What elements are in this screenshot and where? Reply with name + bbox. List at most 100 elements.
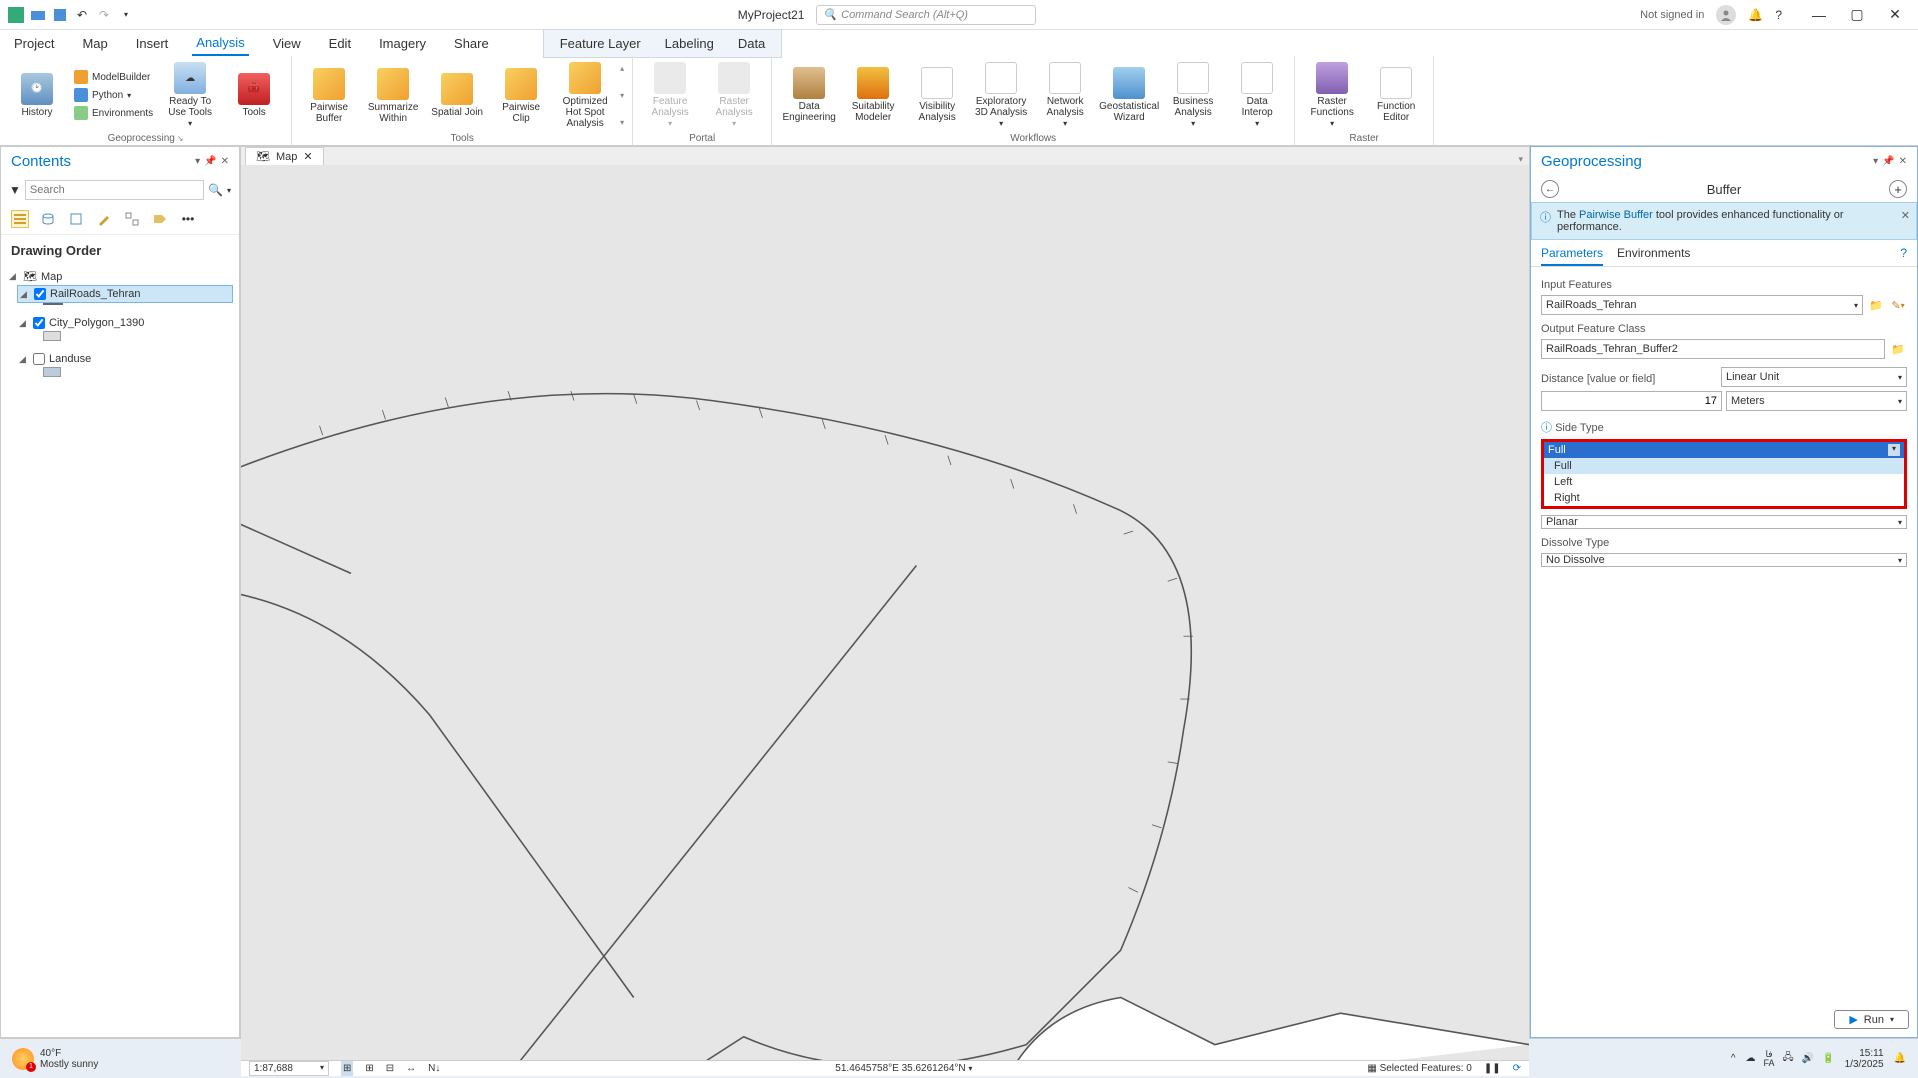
volume-icon[interactable]: 🔊 [1802,1053,1814,1064]
layer-symbol[interactable] [43,303,63,305]
toc-layer-city[interactable]: ◢ City_Polygon_1390 [17,315,233,331]
layer-symbol[interactable] [43,367,61,377]
expander-icon[interactable]: ◢ [19,354,29,365]
network-button[interactable]: Network Analysis▾ [1036,60,1094,131]
scale-input[interactable]: 1:87,688▾ [249,1061,329,1076]
pane-pin-icon[interactable]: 📌 [204,156,216,167]
add-favorite-button[interactable]: + [1889,180,1907,198]
side-option-full[interactable]: Full [1544,458,1904,474]
side-option-right[interactable]: Right [1544,490,1904,506]
visibility-button[interactable]: Visibility Analysis [908,65,966,125]
summarize-within-button[interactable]: Summarize Within [364,66,422,126]
parameters-tab[interactable]: Parameters [1541,246,1603,266]
refresh-icon[interactable]: ⟳ [1513,1063,1521,1074]
side-option-left[interactable]: Left [1544,474,1904,490]
run-button[interactable]: ▶ Run ▾ [1834,1010,1909,1029]
browse-icon[interactable]: 📁 [1867,296,1885,314]
interop-button[interactable]: Data Interop▾ [1228,60,1286,131]
tab-analysis[interactable]: Analysis [192,31,248,56]
expander-icon[interactable]: ◢ [9,271,19,282]
pairwise-clip-button[interactable]: Pairwise Clip [492,66,550,126]
command-search[interactable]: 🔍 Command Search (Alt+Q) [816,5,1036,25]
output-field[interactable]: RailRoads_Tehran_Buffer2 [1541,339,1885,359]
tools-button[interactable]: 🧰 Tools [225,71,283,120]
list-by-labeling-icon[interactable] [151,210,169,228]
list-by-snapping-icon[interactable] [123,210,141,228]
help-icon[interactable]: ? [1775,8,1782,22]
edit-icon[interactable]: ✎▾ [1889,296,1907,314]
tab-labeling[interactable]: Labeling [661,32,718,55]
search-options-icon[interactable]: ▾ [227,186,231,195]
pane-menu-icon[interactable]: ▾ [1873,156,1878,167]
statusbar-btn-icon[interactable]: N↓ [428,1063,440,1074]
pane-menu-icon[interactable]: ▾ [195,156,200,167]
minimize-button[interactable]: — [1804,5,1834,25]
notifications-icon[interactable]: 🔔 [1748,8,1763,22]
user-avatar-icon[interactable] [1716,5,1736,25]
list-by-source-icon[interactable] [39,210,57,228]
pane-close-icon[interactable]: ✕ [221,156,229,167]
python-button[interactable]: Python ▾ [72,87,155,103]
tab-imagery[interactable]: Imagery [375,32,430,55]
list-by-drawing-order-icon[interactable] [11,210,29,228]
gallery-up-icon[interactable]: ▴ [620,64,624,73]
tab-insert[interactable]: Insert [132,32,173,55]
suitability-button[interactable]: Suitability Modeler [844,65,902,125]
contents-search-input[interactable] [25,180,204,200]
environments-button[interactable]: Environments [72,105,155,121]
toc-map-node[interactable]: ◢ 🗺 Map [7,268,233,285]
function-editor-button[interactable]: Function Editor [1367,65,1425,125]
statusbar-btn-icon[interactable]: ⊞ [365,1063,373,1074]
list-by-editing-icon[interactable] [95,210,113,228]
layer-visibility-checkbox[interactable] [33,317,45,329]
save-icon[interactable] [52,7,68,23]
exploratory-button[interactable]: Exploratory 3D Analysis▾ [972,60,1030,131]
pause-drawing-icon[interactable]: ❚❚ [1484,1063,1501,1074]
notifications-icon[interactable]: 🔔 [1894,1053,1906,1064]
dissolve-select[interactable]: No Dissolve▾ [1541,553,1907,567]
close-info-icon[interactable]: ✕ [1901,209,1910,222]
environments-tab[interactable]: Environments [1617,246,1690,266]
pane-pin-icon[interactable]: 📌 [1882,156,1894,167]
layer-visibility-checkbox[interactable] [34,288,46,300]
clock[interactable]: 15:111/3/2025 [1845,1048,1884,1070]
onedrive-icon[interactable]: ☁ [1746,1053,1756,1064]
data-engineering-button[interactable]: Data Engineering [780,65,838,125]
redo-icon[interactable]: ↷ [96,7,112,23]
tool-help-icon[interactable]: ? [1900,246,1907,266]
statusbar-btn-icon[interactable]: ⊟ [386,1063,394,1074]
maximize-button[interactable]: ▢ [1842,5,1872,25]
statusbar-btn-icon[interactable]: ↔ [406,1063,416,1074]
tab-share[interactable]: Share [450,32,493,55]
tab-map[interactable]: Map [78,32,111,55]
back-button[interactable]: ← [1541,180,1559,198]
raster-functions-button[interactable]: Raster Functions▾ [1303,60,1361,131]
tab-data[interactable]: Data [734,32,769,55]
expander-icon[interactable]: ◢ [20,289,30,300]
toc-layer-landuse[interactable]: ◢ Landuse [17,351,233,367]
qat-more-icon[interactable]: ▾ [118,7,134,23]
hotspot-button[interactable]: Optimized Hot Spot Analysis [556,60,614,131]
map-canvas[interactable] [241,165,1529,1060]
pairwise-buffer-link[interactable]: Pairwise Buffer [1579,209,1653,221]
gallery-more-icon[interactable]: ▾ [620,118,624,127]
tray-expand-icon[interactable]: ^ [1731,1053,1736,1064]
statusbar-btn-icon[interactable]: ⊞ [341,1061,353,1076]
battery-icon[interactable]: 🔋 [1822,1053,1834,1064]
view-menu-icon[interactable]: ▾ [1518,154,1523,165]
method-select[interactable]: Planar▾ [1541,515,1907,529]
tab-feature-layer[interactable]: Feature Layer [556,32,645,55]
list-by-selection-icon[interactable] [67,210,85,228]
tab-view[interactable]: View [269,32,305,55]
tab-edit[interactable]: Edit [325,32,355,55]
undo-icon[interactable]: ↶ [74,7,90,23]
spatial-join-button[interactable]: Spatial Join [428,71,486,120]
network-icon[interactable]: 🖧 [1783,1050,1794,1067]
side-type-dropdown[interactable]: Full▾ Full Left Right [1541,439,1907,509]
browse-icon[interactable]: 📁 [1889,340,1907,358]
input-features-field[interactable]: RailRoads_Tehran▾ [1541,295,1863,315]
close-button[interactable]: ✕ [1880,5,1910,25]
group-launcher-icon[interactable]: ↘ [177,134,184,143]
signin-label[interactable]: Not signed in [1640,9,1704,21]
map-tab[interactable]: 🗺 Map ✕ [245,147,324,165]
